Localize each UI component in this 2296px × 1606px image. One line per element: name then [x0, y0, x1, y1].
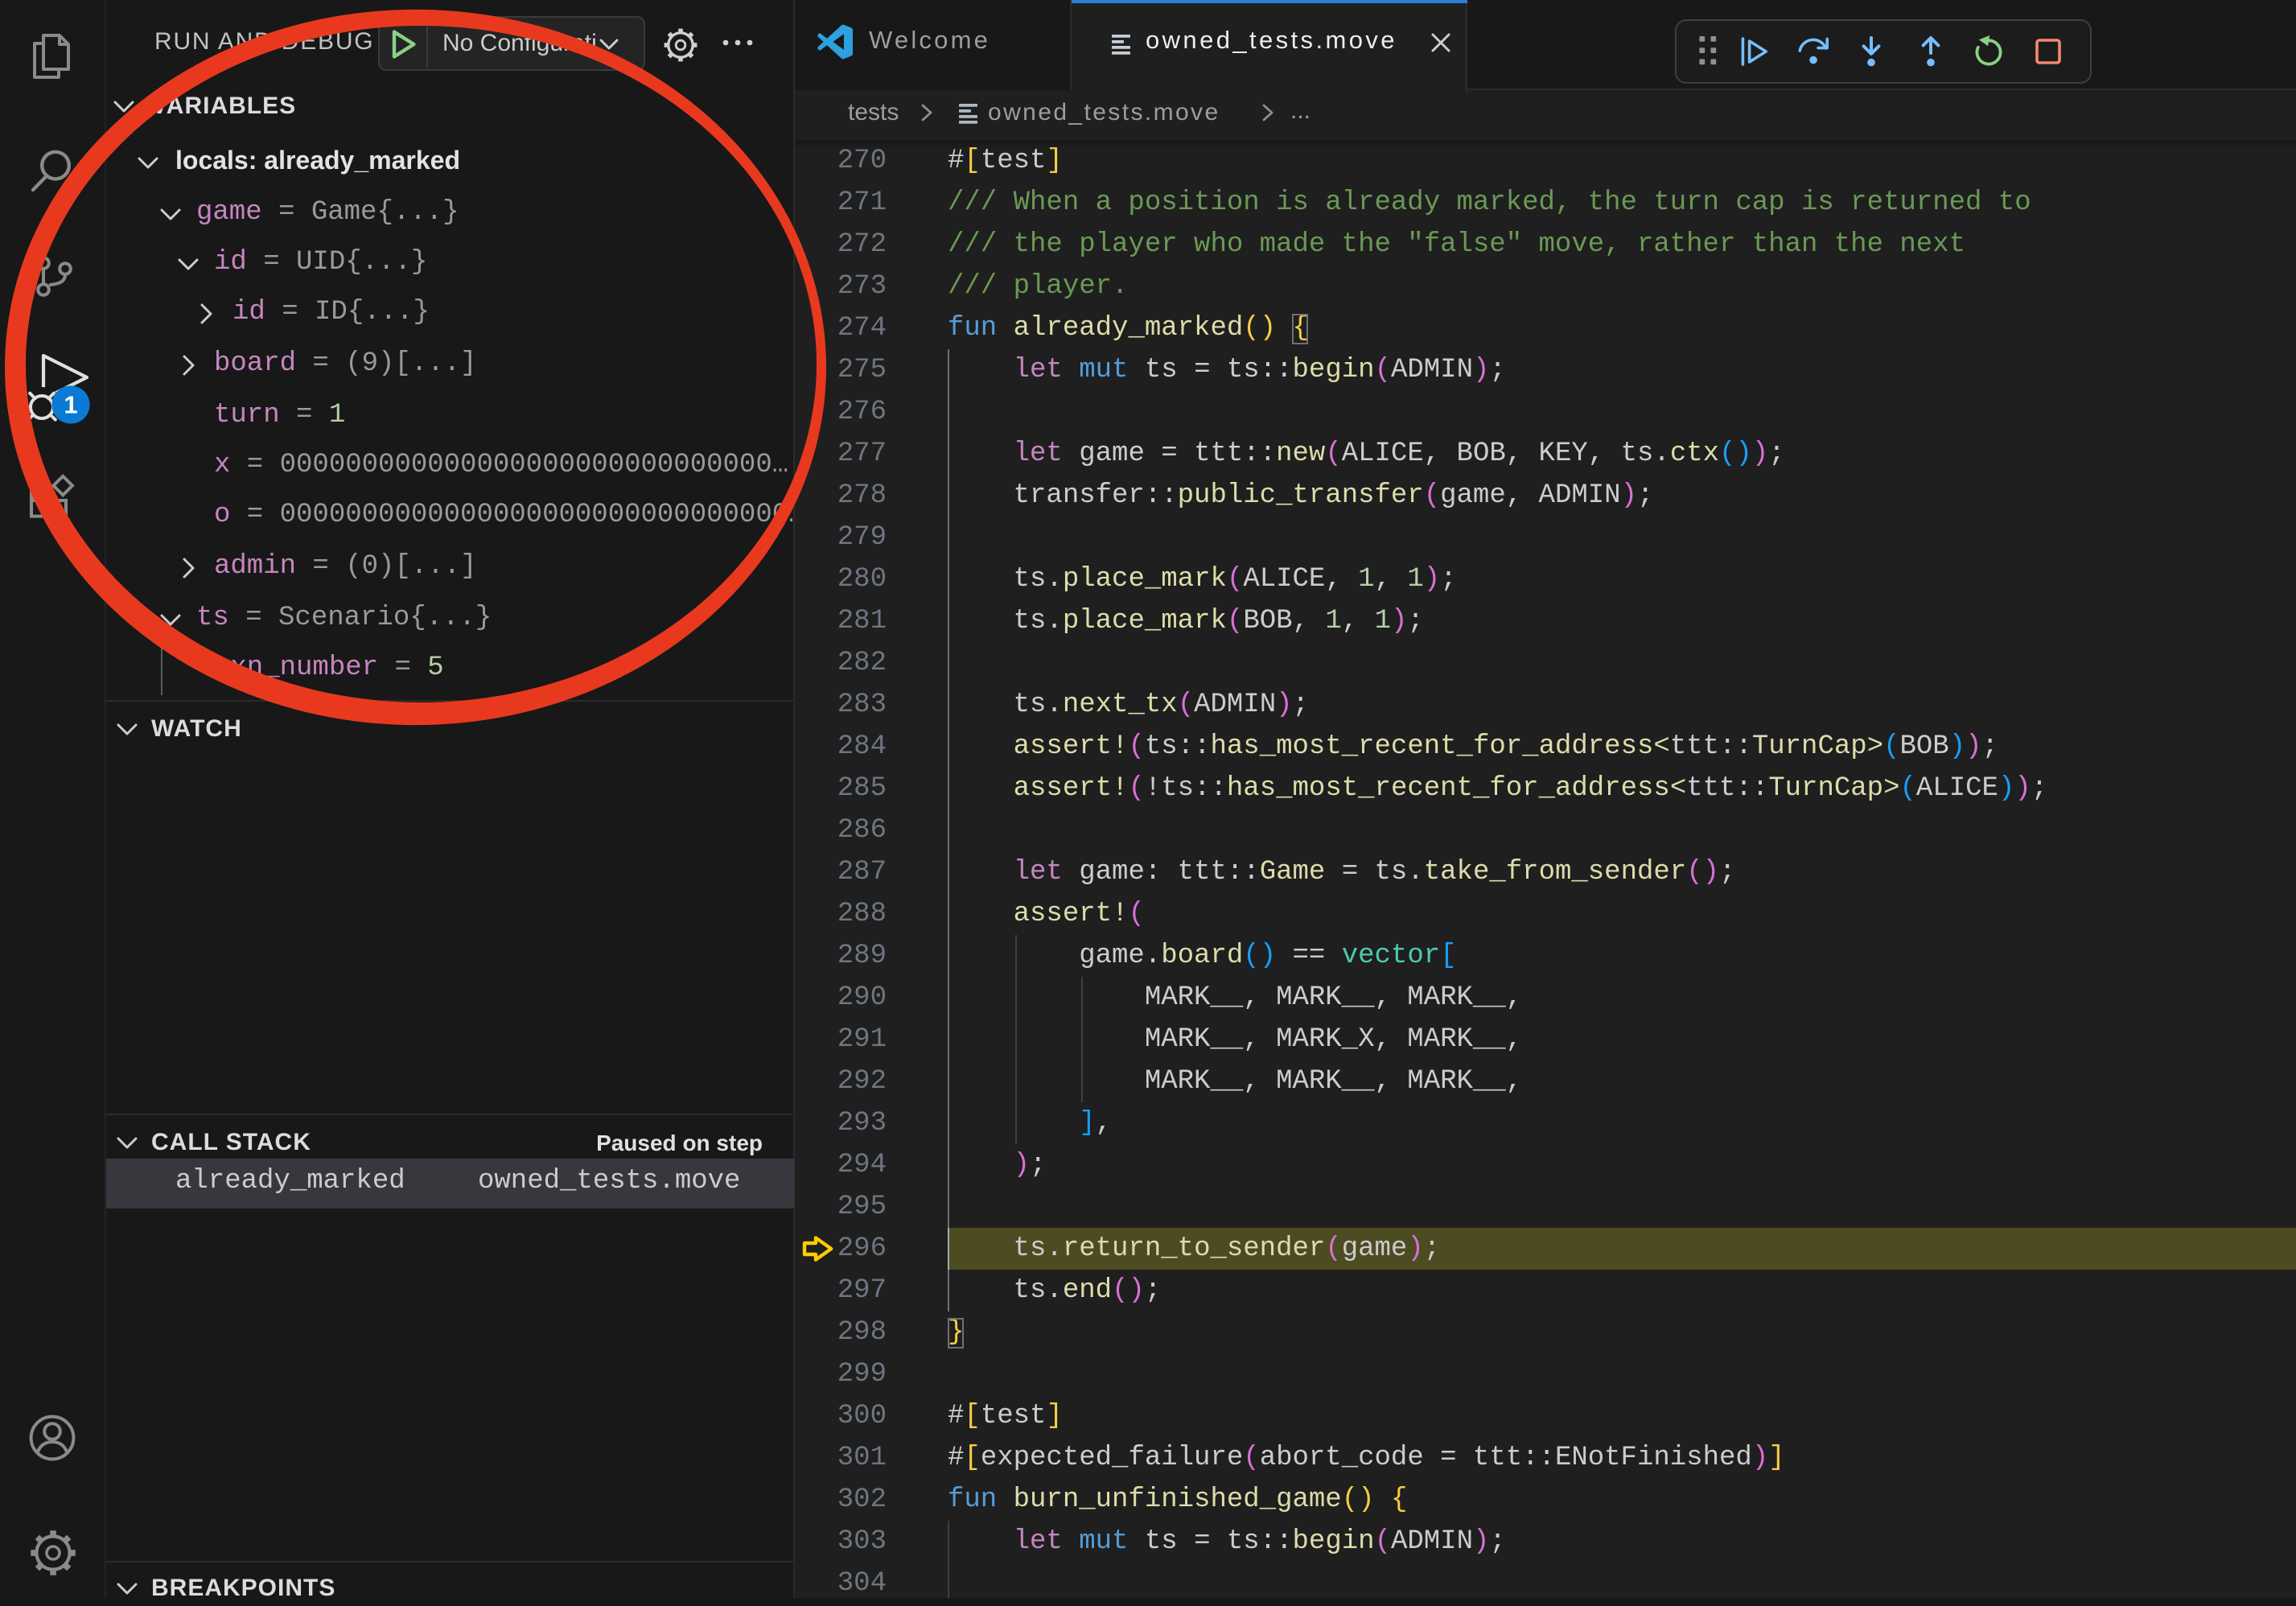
svg-text:1: 1 [64, 391, 77, 419]
